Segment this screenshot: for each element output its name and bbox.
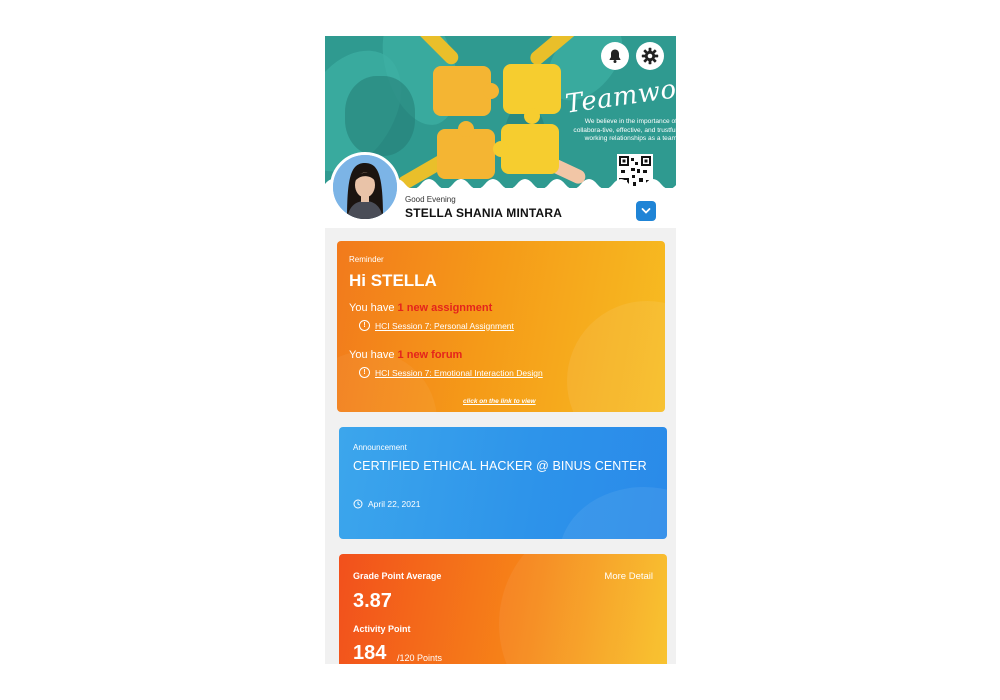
puzzle-piece (503, 64, 561, 124)
bell-icon (609, 49, 621, 63)
reminder-label: Reminder (349, 255, 384, 264)
clock-icon (353, 499, 363, 509)
forum-link-row: ! HCI Session 7: Emotional Interaction D… (359, 367, 543, 378)
gpa-card: Grade Point Average More Detail 3.87 Act… (339, 554, 667, 664)
puzzle-piece (437, 121, 495, 179)
assignment-link[interactable]: HCI Session 7: Personal Assignment (375, 321, 514, 331)
assignment-count: 1 new assignment (397, 302, 493, 314)
reminder-card: Reminder Hi STELLA You have 1 new assign… (337, 241, 665, 412)
reminder-greeting: Hi STELLA (349, 271, 437, 290)
puzzle-piece (433, 66, 499, 116)
announcement-label: Announcement (353, 443, 407, 452)
activity-point-unit: /120 Points (397, 653, 443, 663)
gear-icon (641, 47, 659, 65)
info-icon: ! (359, 367, 370, 378)
banner-tagline: We believe in the importance of collabor… (573, 118, 676, 143)
gpa-label: Grade Point Average (353, 571, 442, 581)
click-hint: click on the link to view (463, 398, 536, 405)
forum-link[interactable]: HCI Session 7: Emotional Interaction Des… (375, 368, 543, 378)
activity-point-label: Activity Point (353, 624, 411, 634)
assignment-prefix: You have (349, 302, 395, 314)
activity-point-value: 184 (353, 642, 387, 664)
forum-count: 1 new forum (397, 349, 463, 361)
forum-line: You have 1 new forum (349, 349, 462, 361)
chevron-down-icon (641, 208, 651, 214)
more-detail-link[interactable]: More Detail (604, 571, 653, 582)
assignment-link-row: ! HCI Session 7: Personal Assignment (359, 320, 514, 331)
avatar[interactable] (330, 152, 400, 222)
app-screen: Teamwork We believe in the importance of… (325, 36, 676, 664)
announcement-date-row: April 22, 2021 (353, 499, 420, 509)
student-name: STELLA SHANIA MINTARA (405, 206, 563, 220)
notification-button[interactable] (601, 42, 629, 70)
greeting-text: Good Evening (405, 195, 456, 204)
assignment-line: You have 1 new assignment (349, 302, 492, 314)
info-icon: ! (359, 320, 370, 331)
expand-profile-button[interactable] (636, 201, 656, 221)
settings-button[interactable] (636, 42, 664, 70)
announcement-date: April 22, 2021 (368, 499, 421, 509)
announcement-card[interactable]: Announcement CERTIFIED ETHICAL HACKER @ … (339, 427, 667, 539)
puzzle-piece (493, 124, 559, 174)
forum-prefix: You have (349, 349, 395, 361)
announcement-title[interactable]: CERTIFIED ETHICAL HACKER @ BINUS CENTER (353, 459, 647, 473)
gpa-value: 3.87 (353, 590, 392, 612)
